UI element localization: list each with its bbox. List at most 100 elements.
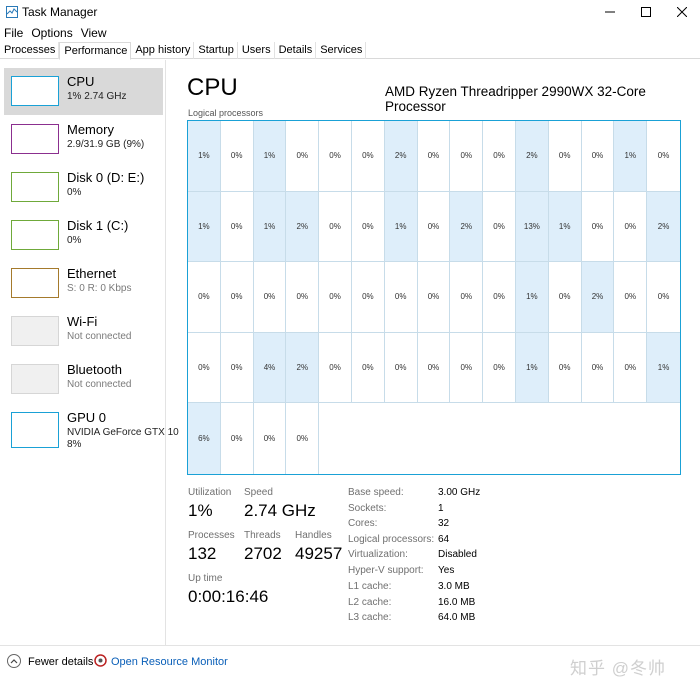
sidebar-item-label: Ethernet — [67, 266, 117, 281]
processes-value: 132 — [188, 544, 217, 563]
processor-cell: 0% — [286, 403, 320, 474]
tab-users[interactable]: Users — [238, 42, 275, 59]
logical-processors-value: 64 — [438, 534, 450, 545]
tab-performance[interactable]: Performance — [59, 42, 132, 60]
processor-cell: 0% — [417, 332, 451, 404]
resource-monitor-icon[interactable] — [94, 654, 107, 667]
sidebar-item-label: GPU 0 — [67, 410, 107, 425]
l1-cache-value: 3.0 MB — [438, 581, 470, 592]
processor-cell: 0% — [614, 191, 648, 263]
uptime-value: 0:00:16:46 — [188, 587, 269, 606]
tab-bar: Processes Performance App history Startu… — [0, 42, 700, 60]
processor-cell: 0% — [384, 262, 418, 333]
processor-cell: 0% — [351, 332, 385, 404]
processor-cell: 2% — [515, 121, 549, 192]
minimize-icon — [605, 11, 615, 13]
processor-cell: 1% — [384, 191, 418, 263]
disk-0-thumbnail — [11, 172, 59, 202]
processor-cell: 0% — [351, 262, 385, 333]
fewer-details-button[interactable]: Fewer details — [28, 656, 93, 668]
processor-cell: 2% — [286, 191, 320, 263]
processor-cell: 0% — [286, 262, 320, 333]
sidebar-item-cpu[interactable]: CPU 1% 2.74 GHz — [4, 68, 163, 115]
processor-cell: 0% — [483, 121, 516, 192]
sidebar-item-value: S: 0 R: 0 Kbps — [67, 283, 132, 294]
processor-cell: 0% — [450, 121, 484, 192]
processor-cell: 1% — [515, 262, 549, 333]
sidebar-item-wifi[interactable]: Wi-Fi Not connected — [4, 308, 163, 355]
l1-cache-label: L1 cache: — [348, 581, 392, 592]
menu-options[interactable]: Options — [27, 24, 76, 42]
wifi-thumbnail — [11, 316, 59, 346]
tab-startup[interactable]: Startup — [194, 42, 238, 59]
sidebar-item-memory[interactable]: Memory 2.9/31.9 GB (9%) — [4, 116, 163, 163]
processor-cell: 0% — [581, 191, 615, 263]
tab-app-history[interactable]: App history — [131, 42, 195, 59]
processor-cell: 0% — [417, 262, 451, 333]
cpu-thumbnail — [11, 76, 59, 106]
hyperv-support-value: Yes — [438, 565, 455, 576]
logical-processors-grid[interactable]: 1% 0% 1% 0% 0% 0% 2% 0% 0% 0% 2% 0% 0% 1% 0% 1% 0% 1% 2% 0%… — [187, 120, 681, 475]
sidebar-item-value: Not connected — [67, 379, 132, 390]
l3-cache-value: 64.0 MB — [438, 612, 476, 623]
processor-cell: 0% — [319, 262, 352, 333]
processor-cell: 1% — [548, 191, 582, 263]
threads-label: Threads — [244, 530, 281, 541]
menu-file[interactable]: File — [0, 24, 27, 42]
open-resource-monitor-link[interactable]: Open Resource Monitor — [111, 656, 228, 668]
sidebar-item-label: Wi-Fi — [67, 314, 98, 329]
sidebar-item-bluetooth[interactable]: Bluetooth Not connected — [4, 356, 163, 403]
cores-label: Cores: — [348, 518, 378, 529]
resource-sidebar: CPU 1% 2.74 GHz Memory 2.9/31.9 GB (9%) … — [0, 60, 179, 645]
empty-cell — [516, 403, 549, 474]
maximize-icon — [641, 7, 651, 17]
virtualization-value: Disabled — [438, 549, 477, 560]
processor-cell: 0% — [188, 332, 221, 404]
tab-processes[interactable]: Processes — [0, 42, 60, 59]
processor-cell: 0% — [220, 191, 254, 263]
processor-cell: 0% — [319, 191, 352, 263]
processor-cell: 0% — [548, 262, 582, 333]
l2-cache-value: 16.0 MB — [438, 597, 476, 608]
empty-cell — [418, 403, 451, 474]
processor-cell: 1% — [253, 191, 287, 263]
tab-services[interactable]: Services — [316, 42, 367, 59]
sidebar-item-value: Not connected — [67, 331, 132, 342]
processor-cell: 0% — [319, 332, 352, 404]
processor-cell: 0% — [614, 262, 648, 333]
menu-view[interactable]: View — [77, 24, 111, 42]
sidebar-item-gpu-0[interactable]: GPU 0 NVIDIA GeForce GTX 10 8% — [4, 404, 179, 454]
l2-cache-label: L2 cache: — [348, 597, 392, 608]
sidebar-item-value: 2.9/31.9 GB (9%) — [67, 139, 145, 150]
tab-details[interactable]: Details — [275, 42, 317, 59]
sidebar-item-disk-1[interactable]: Disk 1 (C:) 0% — [4, 212, 163, 259]
hyperv-support-label: Hyper-V support: — [348, 565, 424, 576]
maximize-button[interactable] — [628, 0, 664, 24]
fewer-details-icon[interactable] — [7, 654, 21, 668]
processor-cell: 0% — [450, 332, 484, 404]
sockets-value: 1 — [438, 503, 444, 514]
processor-cell: 0% — [220, 262, 254, 333]
close-button[interactable] — [664, 0, 700, 24]
processor-cell: 0% — [483, 191, 516, 263]
empty-cell — [549, 403, 582, 474]
title-bar: Task Manager — [0, 0, 700, 24]
sidebar-item-ethernet[interactable]: Ethernet S: 0 R: 0 Kbps — [4, 260, 163, 307]
processor-cell: 1% — [253, 121, 287, 192]
sidebar-item-label: CPU — [67, 74, 95, 89]
utilization-value: 1% — [188, 501, 213, 520]
window-title: Task Manager — [22, 5, 98, 19]
processor-cell: 0% — [581, 121, 615, 192]
processor-cell: 0% — [351, 191, 385, 263]
processor-cell: 0% — [548, 332, 582, 404]
watermark: 知乎 @冬帅 — [570, 659, 666, 678]
sidebar-item-value: 1% 2.74 GHz — [67, 91, 127, 102]
sidebar-item-disk-0[interactable]: Disk 0 (D: E:) 0% — [4, 164, 163, 211]
cores-value: 32 — [438, 518, 450, 529]
processor-cell: 0% — [450, 262, 484, 333]
processor-cell: 2% — [647, 191, 680, 263]
sidebar-item-label: Disk 0 (D: E:) — [67, 170, 145, 185]
processor-cell: 1% — [647, 332, 680, 404]
minimize-button[interactable] — [592, 0, 628, 24]
processor-cell: 0% — [351, 121, 385, 192]
